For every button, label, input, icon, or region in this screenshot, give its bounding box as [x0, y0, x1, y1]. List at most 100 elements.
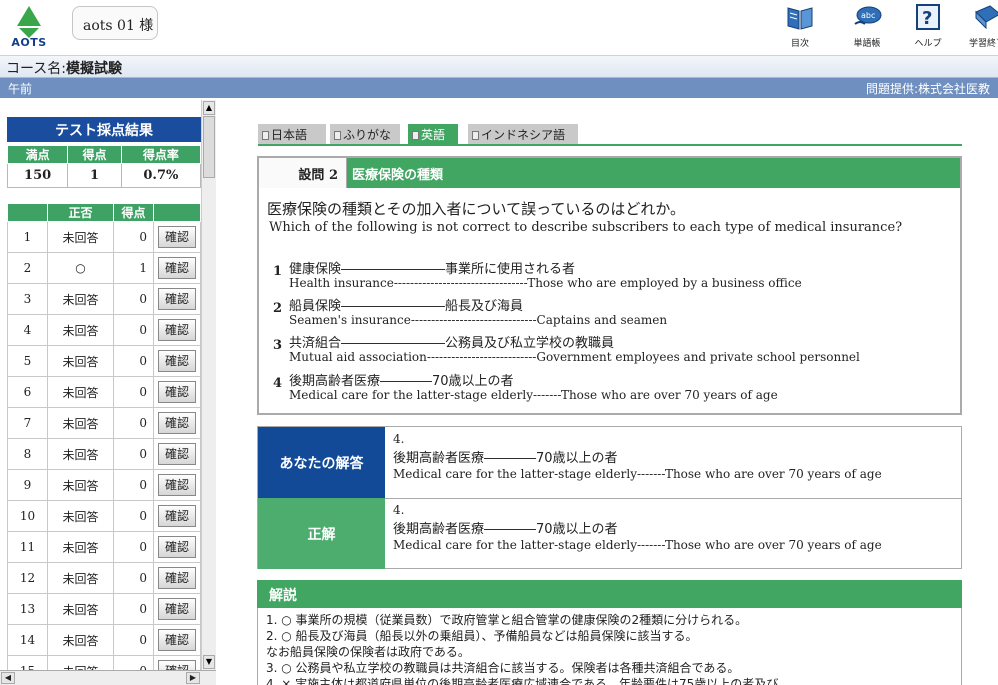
tab-indonesian[interactable]: インドネシア語: [468, 124, 578, 144]
row-points: 0: [113, 221, 154, 253]
row-answer: 未回答: [47, 500, 114, 532]
confirm-button[interactable]: 確認: [158, 567, 196, 589]
help-icon: ?: [916, 4, 940, 30]
row-points: 0: [113, 314, 154, 346]
tab-japanese[interactable]: 日本語: [258, 124, 326, 144]
tab-furigana[interactable]: ふりがな: [330, 124, 400, 144]
result-row: 4 未回答 0 確認: [7, 314, 201, 346]
row-action: 確認: [153, 376, 201, 408]
question-text-en: Which of the following is not correct to…: [269, 220, 903, 235]
row-number: 3: [7, 283, 48, 315]
answer-box: あなたの解答 4. 後期高齢者医療――――70歳以上の者 Medical car…: [257, 426, 962, 569]
result-row: 10 未回答 0 確認: [7, 500, 201, 532]
correct-answer-en: Medical care for the latter-stage elderl…: [393, 538, 882, 552]
confirm-button[interactable]: 確認: [158, 350, 196, 372]
confirm-button[interactable]: 確認: [158, 629, 196, 651]
confirm-button[interactable]: 確認: [158, 443, 196, 465]
row-points: 0: [113, 438, 154, 470]
row-number: 8: [7, 438, 48, 470]
row-points: 0: [113, 562, 154, 594]
score-header: 満点: [6, 145, 69, 164]
logo-text: AOTS: [11, 36, 47, 49]
row-number: 9: [7, 469, 48, 501]
tab-icon: [262, 131, 269, 140]
your-answer-number: 4.: [393, 432, 405, 446]
row-points: 0: [113, 376, 154, 408]
results-header: [153, 203, 201, 222]
row-action: 確認: [153, 221, 201, 253]
horizontal-scrollbar[interactable]: ◀ ▶: [0, 670, 216, 685]
confirm-button[interactable]: 確認: [158, 288, 196, 310]
row-answer: 未回答: [47, 376, 114, 408]
confirm-button[interactable]: 確認: [158, 226, 196, 248]
results-header: 正否: [47, 203, 114, 222]
row-points: 1: [113, 252, 154, 284]
row-answer: 未回答: [47, 469, 114, 501]
tab-english[interactable]: 英語: [408, 124, 458, 144]
row-answer: 未回答: [47, 562, 114, 594]
confirm-button[interactable]: 確認: [158, 412, 196, 434]
row-action: 確認: [153, 469, 201, 501]
result-row: 11 未回答 0 確認: [7, 531, 201, 563]
provider-label: 問題提供:株式会社医教: [865, 82, 990, 96]
max-score: 150: [6, 163, 69, 188]
row-answer: ○: [47, 252, 114, 284]
correct-answer-label: 正解: [258, 498, 385, 569]
row-number: 1: [7, 221, 48, 253]
score-title: テスト採点結果: [7, 117, 201, 142]
row-number: 13: [7, 593, 48, 625]
nav-label: 学習終了: [968, 39, 998, 49]
scroll-down-arrow-icon[interactable]: ▼: [203, 655, 215, 669]
book-icon: [787, 7, 813, 30]
scroll-thumb[interactable]: [203, 116, 215, 178]
explanation-line: 4. × 実施主体は都道府県単位の後期高齢者医療広域連合である。年齢要件は75歳…: [266, 677, 779, 685]
confirm-button[interactable]: 確認: [158, 598, 196, 620]
row-action: 確認: [153, 531, 201, 563]
row-number: 10: [7, 500, 48, 532]
confirm-button[interactable]: 確認: [158, 319, 196, 341]
row-number: 6: [7, 376, 48, 408]
row-number: 4: [7, 314, 48, 346]
obtained-score: 1: [67, 163, 122, 188]
confirm-button[interactable]: 確認: [158, 536, 196, 558]
scroll-right-arrow-icon[interactable]: ▶: [186, 672, 200, 684]
option-text-en: Mutual aid association------------------…: [289, 350, 860, 364]
nav-end-study-button[interactable]: 学習終了: [966, 2, 998, 54]
answer-divider: [385, 498, 962, 499]
nav-label: 単語帳: [853, 39, 881, 49]
option-text-jp: 船員保険――――――――船長及び海員: [289, 299, 524, 314]
correct-answer-jp: 後期高齢者医療――――70歳以上の者: [393, 522, 618, 537]
app-header: AOTS aots 01 様 目次 abc 単語帳 ? ヘルプ 学習終了: [0, 0, 998, 56]
svg-text:abc: abc: [861, 11, 875, 20]
session-label: 午前: [8, 82, 33, 96]
result-row: 13 未回答 0 確認: [7, 593, 201, 625]
option-number: 3: [273, 338, 283, 353]
nav-wordbook-button[interactable]: abc 単語帳: [846, 2, 888, 54]
result-row: 1 未回答 0 確認: [7, 221, 201, 253]
user-name-box: aots 01 様: [72, 6, 158, 40]
nav-label: 目次: [790, 39, 809, 49]
result-row: 3 未回答 0 確認: [7, 283, 201, 315]
confirm-button[interactable]: 確認: [158, 505, 196, 527]
row-number: 12: [7, 562, 48, 594]
scroll-up-arrow-icon[interactable]: ▲: [203, 101, 215, 115]
row-answer: 未回答: [47, 531, 114, 563]
scroll-left-arrow-icon[interactable]: ◀: [1, 672, 15, 684]
nav-help-button[interactable]: ? ヘルプ: [910, 2, 946, 54]
row-action: 確認: [153, 624, 201, 656]
your-answer-en: Medical care for the latter-stage elderl…: [393, 467, 882, 481]
confirm-button[interactable]: 確認: [158, 257, 196, 279]
tab-icon: [472, 131, 479, 140]
course-name: 模擬試験: [66, 61, 123, 77]
question-box: 設問 2 医療保険の種類 医療保険の種類とその加入者について誤っているのはどれか…: [257, 156, 962, 415]
result-row: 2 ○ 1 確認: [7, 252, 201, 284]
your-answer-content: 4. 後期高齢者医療――――70歳以上の者 Medical care for t…: [393, 432, 882, 481]
nav-contents-button[interactable]: 目次: [782, 2, 818, 54]
results-header: [7, 203, 48, 222]
vertical-scrollbar[interactable]: ▲ ▼: [201, 100, 216, 670]
confirm-button[interactable]: 確認: [158, 381, 196, 403]
row-points: 0: [113, 624, 154, 656]
row-number: 7: [7, 407, 48, 439]
confirm-button[interactable]: 確認: [158, 474, 196, 496]
row-answer: 未回答: [47, 593, 114, 625]
